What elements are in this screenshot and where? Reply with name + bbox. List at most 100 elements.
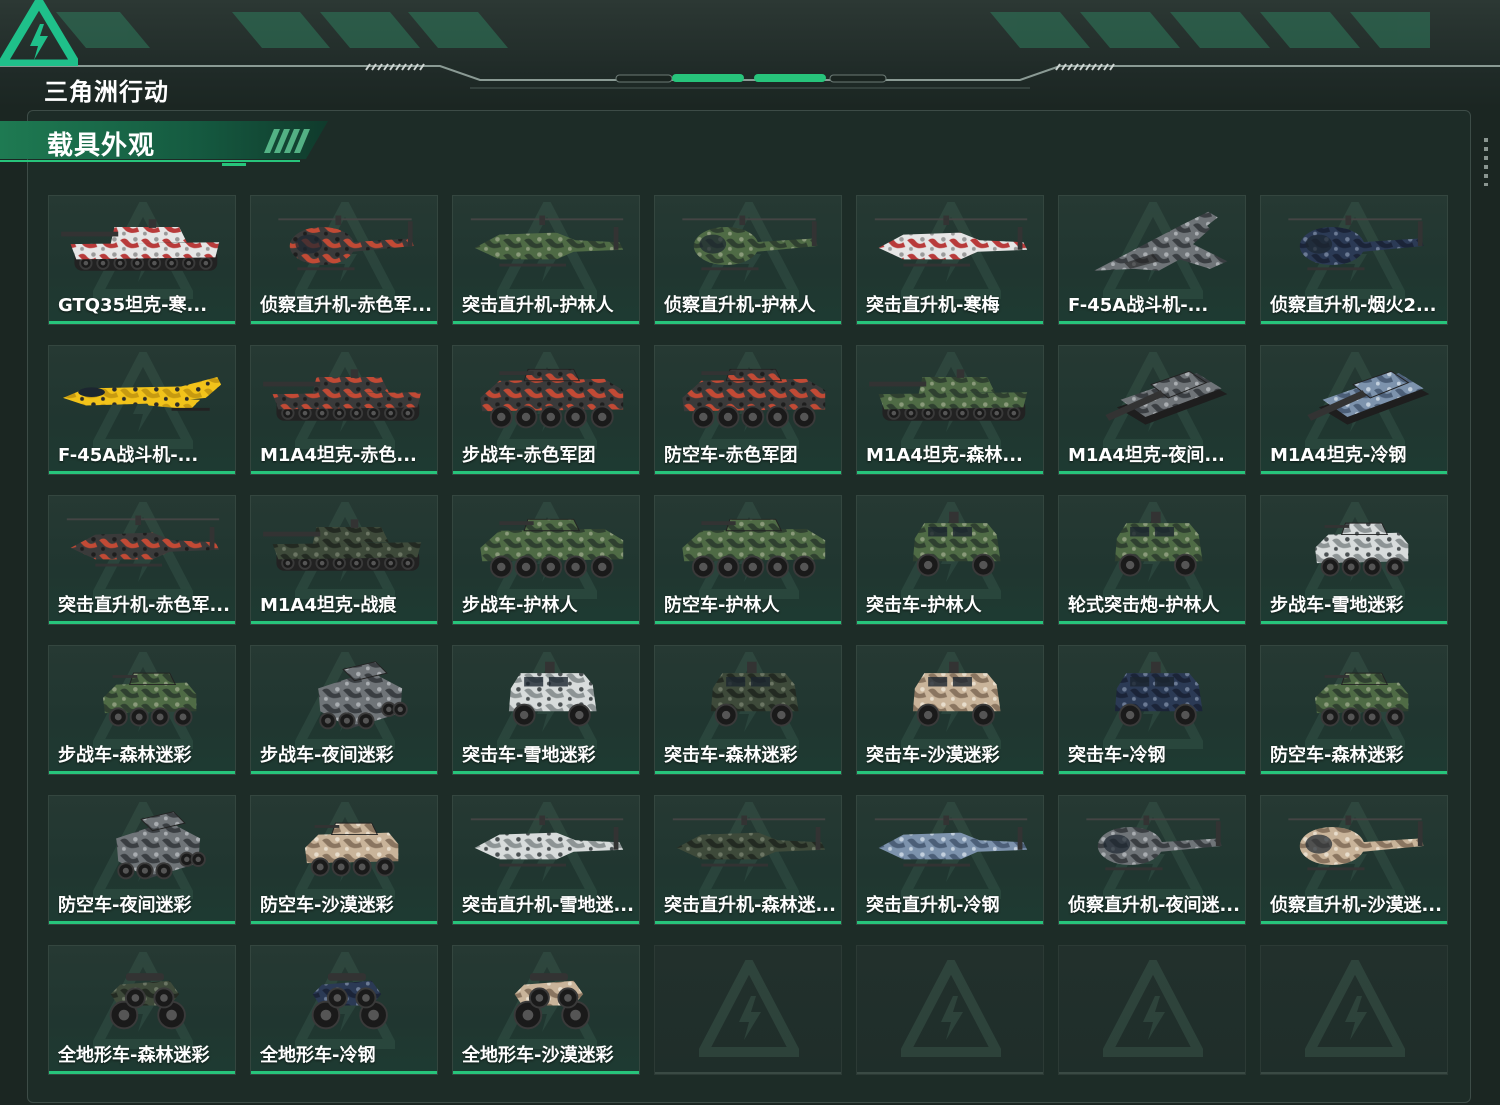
vehicle-skin-name: 突击车-沙漠迷彩 (866, 745, 1000, 766)
vehicle-skin-name: M1A4坦克-赤色... (260, 445, 417, 466)
vehicle-skin-name: 步战车-护林人 (462, 595, 578, 616)
vehicle-skin-grid: GTQ35坦克-寒... 侦察直升机-赤色军... 突击直升机-护林人 侦察直升… (48, 195, 1448, 1075)
vehicle-skin-name: 步战车-雪地迷彩 (1270, 595, 1404, 616)
mrap-vehicle-icon (1114, 661, 1203, 727)
scout-heli-vehicle-icon (278, 215, 414, 271)
vehicle-skin-name: 侦察直升机-赤色军... (260, 295, 432, 316)
scout-heli-vehicle-icon (1086, 815, 1222, 871)
vehicle-skin-card[interactable]: 突击车-护林人 (856, 495, 1044, 625)
tank-angle-vehicle-icon (1307, 370, 1430, 425)
vehicle-skin-card[interactable]: M1A4坦克-战痕 (250, 495, 438, 625)
empty-skin-slot (856, 945, 1044, 1075)
empty-skin-slot (1260, 945, 1448, 1075)
vehicle-skin-name: 全地形车-森林迷彩 (58, 1045, 210, 1066)
vehicle-skin-name: 防空车-护林人 (664, 595, 780, 616)
vehicle-skin-card[interactable]: F-45A战斗机-... (48, 345, 236, 475)
vehicle-skin-name: 全地形车-冷钢 (260, 1045, 376, 1066)
vehicle-skin-card[interactable]: 突击车-沙漠迷彩 (856, 645, 1044, 775)
attack-heli-vehicle-icon (874, 815, 1028, 867)
ifv-small-vehicle-icon (1315, 672, 1409, 727)
vehicle-skin-card[interactable]: 防空车-森林迷彩 (1260, 645, 1448, 775)
vehicle-skin-card[interactable]: 步战车-森林迷彩 (48, 645, 236, 775)
vehicle-skin-card[interactable]: 突击直升机-赤色军... (48, 495, 236, 625)
vehicle-skin-card[interactable]: M1A4坦克-森林... (856, 345, 1044, 475)
vehicle-skin-card[interactable]: 突击直升机-寒梅 (856, 195, 1044, 325)
delta-watermark-icon (901, 960, 1001, 1057)
vehicle-skin-name: 侦察直升机-烟火2... (1270, 295, 1437, 316)
attack-heli-vehicle-icon (470, 215, 624, 267)
delta-watermark-icon (1305, 960, 1405, 1057)
vehicle-skin-card[interactable]: 步战车-夜间迷彩 (250, 645, 438, 775)
vehicle-skin-name: 侦察直升机-夜间迷... (1068, 895, 1240, 916)
vehicle-skin-card[interactable]: 侦察直升机-沙漠迷... (1260, 795, 1448, 925)
vehicle-skin-name: F-45A战斗机-... (58, 445, 199, 466)
tank-vehicle-icon (869, 369, 1028, 421)
vehicle-skin-card[interactable]: 突击直升机-护林人 (452, 195, 640, 325)
vehicle-skin-card[interactable]: 突击直升机-雪地迷... (452, 795, 640, 925)
vehicle-skin-card[interactable]: 突击直升机-冷钢 (856, 795, 1044, 925)
vehicle-skin-card[interactable]: 防空车-沙漠迷彩 (250, 795, 438, 925)
vehicle-skin-name: 防空车-沙漠迷彩 (260, 895, 394, 916)
vehicle-skin-name: 防空车-赤色军团 (664, 445, 798, 466)
attack-heli-vehicle-icon (672, 815, 826, 867)
empty-skin-slot (654, 945, 842, 1075)
vehicle-skin-name: 突击直升机-赤色军... (58, 595, 230, 616)
vehicle-skin-card[interactable]: 侦察直升机-烟火2... (1260, 195, 1448, 325)
vehicle-skin-name: 突击直升机-护林人 (462, 295, 614, 316)
vehicle-skin-card[interactable]: 步战车-护林人 (452, 495, 640, 625)
delta-watermark-icon (1103, 960, 1203, 1057)
vehicle-skin-card[interactable]: M1A4坦克-夜间... (1058, 345, 1246, 475)
game-logo-text: 三角洲行动 (44, 78, 169, 106)
mrap-vehicle-icon (710, 661, 799, 727)
attack-heli-vehicle-icon (470, 815, 624, 867)
scout-heli-vehicle-icon (1288, 215, 1424, 271)
vehicle-skin-card[interactable]: 侦察直升机-护林人 (654, 195, 842, 325)
vehicle-skin-card[interactable]: F-45A战斗机-... (1058, 195, 1246, 325)
panel-title: 载具外观 (47, 131, 156, 161)
ifv-angle-vehicle-icon (318, 661, 408, 730)
vehicle-skin-card[interactable]: 突击车-雪地迷彩 (452, 645, 640, 775)
atv-vehicle-icon (311, 973, 388, 1030)
vehicle-skin-card[interactable]: 突击车-森林迷彩 (654, 645, 842, 775)
jet-side-vehicle-icon (63, 376, 222, 411)
vehicle-skin-card[interactable]: 防空车-夜间迷彩 (48, 795, 236, 925)
vehicle-skin-card[interactable]: 步战车-雪地迷彩 (1260, 495, 1448, 625)
ifv-small-vehicle-icon (305, 822, 399, 877)
attack-heli-vehicle-icon (874, 215, 1028, 267)
tank-vehicle-icon (263, 369, 422, 421)
attack-heli-vehicle-icon (66, 515, 220, 567)
mrap-vehicle-icon (912, 511, 1001, 577)
vehicle-skin-name: 步战车-森林迷彩 (58, 745, 192, 766)
panel-scroll-indicator[interactable] (1484, 138, 1488, 186)
vehicle-skin-card[interactable]: 步战车-赤色军团 (452, 345, 640, 475)
vehicle-skin-name: 防空车-夜间迷彩 (58, 895, 192, 916)
vehicle-skin-card[interactable]: 防空车-护林人 (654, 495, 842, 625)
vehicle-skin-card[interactable]: M1A4坦克-赤色... (250, 345, 438, 475)
vehicle-skin-name: 突击直升机-寒梅 (866, 295, 1000, 316)
vehicle-skin-name: 全地形车-沙漠迷彩 (462, 1045, 614, 1066)
ifv-vehicle-icon (480, 368, 624, 429)
vehicle-skin-name: 突击车-雪地迷彩 (462, 745, 596, 766)
vehicle-skin-name: M1A4坦克-战痕 (260, 595, 397, 616)
jet-top-vehicle-icon (1093, 211, 1228, 271)
header-decoration (0, 12, 1500, 89)
vehicle-skin-card[interactable]: 侦察直升机-赤色军... (250, 195, 438, 325)
vehicle-skin-card[interactable]: 突击车-冷钢 (1058, 645, 1246, 775)
vehicle-skin-name: 防空车-森林迷彩 (1270, 745, 1404, 766)
vehicle-skin-card[interactable]: 防空车-赤色军团 (654, 345, 842, 475)
vehicle-skin-card[interactable]: 全地形车-冷钢 (250, 945, 438, 1075)
vehicle-skin-card[interactable]: 侦察直升机-夜间迷... (1058, 795, 1246, 925)
vehicle-skin-card[interactable]: 全地形车-森林迷彩 (48, 945, 236, 1075)
vehicle-skin-card[interactable]: M1A4坦克-冷钢 (1260, 345, 1448, 475)
ifv-vehicle-icon (682, 368, 826, 429)
tank-vehicle-icon (263, 519, 422, 571)
vehicle-skin-card[interactable]: 轮式突击炮-护林人 (1058, 495, 1246, 625)
vehicle-skin-name: 轮式突击炮-护林人 (1068, 595, 1220, 616)
vehicle-skin-card[interactable]: 全地形车-沙漠迷彩 (452, 945, 640, 1075)
scout-heli-vehicle-icon (682, 215, 818, 271)
vehicle-skin-card[interactable]: GTQ35坦克-寒... (48, 195, 236, 325)
vehicle-skin-card[interactable]: 突击直升机-森林迷... (654, 795, 842, 925)
vehicle-skin-name: 侦察直升机-沙漠迷... (1270, 895, 1442, 916)
vehicle-skin-name: M1A4坦克-森林... (866, 445, 1023, 466)
vehicle-skin-name: 突击直升机-雪地迷... (462, 895, 634, 916)
